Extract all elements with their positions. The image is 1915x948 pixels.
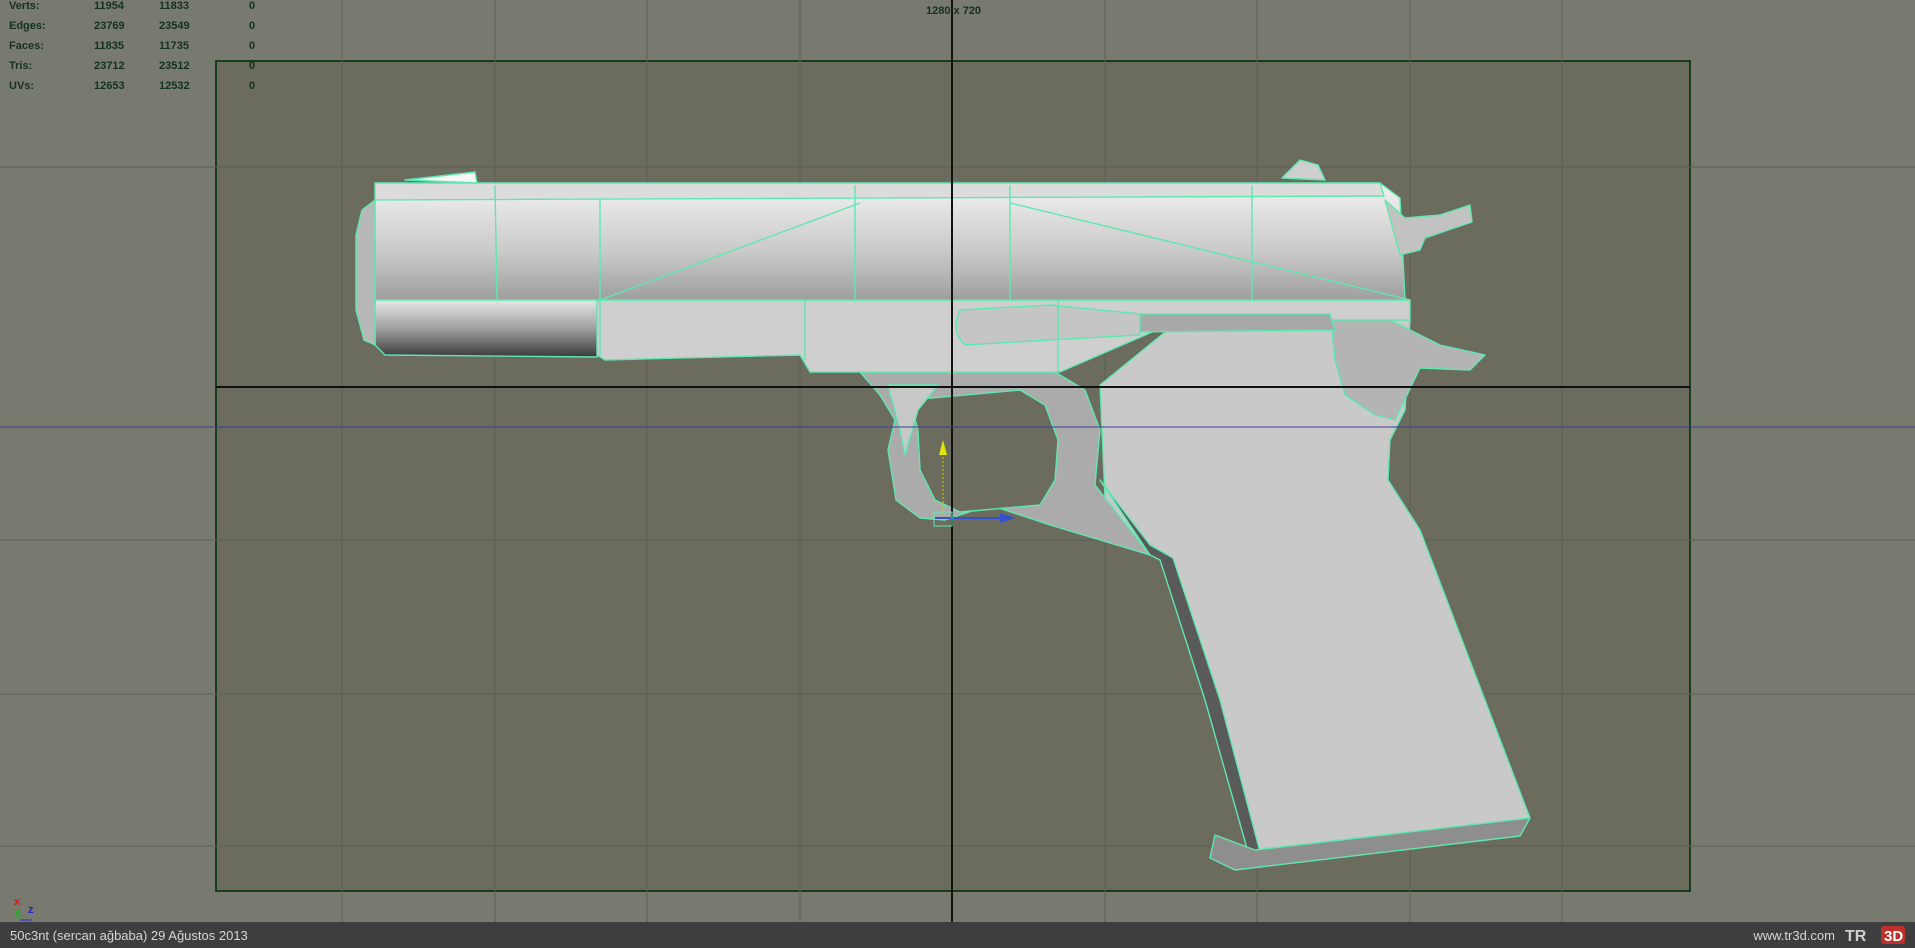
hud-value: 0 [249, 40, 256, 52]
hud-value: 23512 [159, 60, 190, 72]
pistol-slide [374, 182, 1406, 301]
svg-text:3D: 3D [1884, 928, 1903, 945]
hud-value: 11833 [159, 0, 189, 12]
hud-value: 12532 [159, 80, 190, 92]
hud-value: 12653 [94, 80, 125, 92]
scene-canvas[interactable] [0, 0, 1915, 922]
hud-row-edges: Edges: 23769 23549 0 [9, 20, 269, 40]
author-caption: 50c3nt (sercan ağbaba) 29 Ağustos 2013 [10, 928, 248, 943]
hud-value: 11954 [94, 0, 124, 12]
axis-indicator: x y z [14, 896, 34, 922]
slide-stop-shaft [1139, 313, 1336, 333]
hud-row-uvs: UVs: 12653 12532 0 [9, 80, 269, 100]
hud-value: 0 [249, 60, 256, 72]
hud-value: 23769 [94, 20, 125, 32]
resolution-label: 1280 x 720 [926, 5, 982, 17]
hud-value: 0 [249, 80, 256, 92]
axis-y-label: y [14, 906, 21, 918]
muzzle [355, 199, 376, 346]
hud-label: Verts: [9, 0, 40, 12]
slide-front-lower [374, 299, 598, 358]
viewport-3d[interactable]: Verts: 11954 11833 0 Edges: 23769 23549 … [0, 0, 1915, 922]
hud-label: UVs: [9, 80, 35, 92]
hud-label: Faces: [9, 40, 44, 52]
svg-text:TR: TR [1845, 928, 1867, 945]
poly-count-hud: Verts: 11954 11833 0 Edges: 23769 23549 … [9, 0, 269, 100]
hud-row-verts: Verts: 11954 11833 0 [9, 0, 269, 20]
hud-value: 0 [249, 0, 256, 12]
axis-z-label: z [28, 904, 34, 916]
status-bar: 50c3nt (sercan ağbaba) 29 Ağustos 2013 w… [0, 922, 1915, 948]
hud-value: 23549 [159, 20, 190, 32]
trigger-guard-hole [909, 389, 1059, 513]
tr3d-logo-icon: TR 3D [1845, 926, 1905, 945]
hud-value: 11835 [94, 40, 124, 52]
hud-label: Tris: [9, 60, 33, 72]
hud-label: Edges: [9, 20, 46, 32]
hud-row-tris: Tris: 23712 23512 0 [9, 60, 269, 80]
website-link[interactable]: www.tr3d.com [1753, 928, 1835, 943]
hud-value: 11735 [159, 40, 189, 52]
hud-row-faces: Faces: 11835 11735 0 [9, 40, 269, 60]
hud-value: 0 [249, 20, 256, 32]
hud-value: 23712 [94, 60, 125, 72]
